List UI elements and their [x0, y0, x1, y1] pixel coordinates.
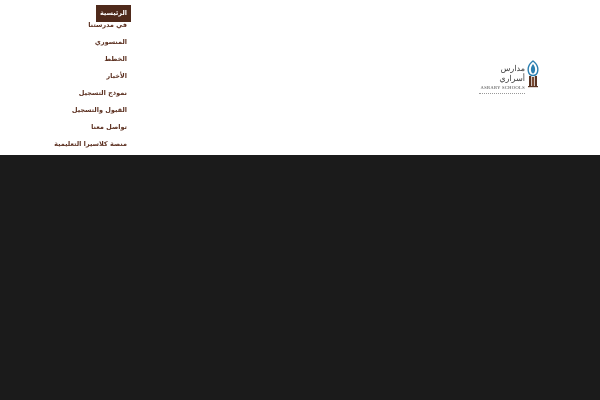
- nav-item-news[interactable]: الأخبار: [54, 68, 131, 85]
- nav-item-label: الخطط: [104, 55, 127, 63]
- nav-item-label: الأخبار: [106, 72, 127, 80]
- nav-item-news-wrap: الأخبار: [54, 68, 131, 85]
- nav-item-admission-wrap: القبول والتسجيل: [54, 102, 131, 119]
- main-navigation: الرئيسية في مدرستنا المنسوري الخطط الأخب…: [54, 0, 131, 153]
- nav-item-admission[interactable]: القبول والتسجيل: [54, 102, 131, 119]
- logo-english-name: ASRARY SCHOOLS: [480, 85, 525, 90]
- logo-text: مدارس أسراري ASRARY SCHOOLS: [475, 64, 525, 96]
- nav-item-home-wrap: الرئيسية: [54, 0, 131, 22]
- nav-item-our-school-wrap: في مدرستنا: [54, 17, 131, 34]
- nav-item-registration-form-wrap: نموذج التسجيل: [54, 85, 131, 102]
- site-header: الرئيسية في مدرستنا المنسوري الخطط الأخب…: [0, 0, 600, 155]
- nav-item-plans-wrap: الخطط: [54, 51, 131, 68]
- nav-item-plans[interactable]: الخطط: [54, 51, 131, 68]
- school-crest-icon: [527, 60, 539, 88]
- nav-item-our-school[interactable]: في مدرستنا: [54, 17, 131, 34]
- site-logo[interactable]: مدارس أسراري ASRARY SCHOOLS: [475, 60, 553, 94]
- nav-item-label: منصة كلاسيرا التعليمية: [54, 140, 127, 148]
- logo-arabic-name: مدارس أسراري: [499, 64, 525, 83]
- nav-item-contact-wrap: تواصل معنا: [54, 119, 131, 136]
- nav-item-contact[interactable]: تواصل معنا: [54, 119, 131, 136]
- hero-dark-band: [0, 155, 600, 400]
- nav-item-label: المنسوري: [94, 38, 127, 46]
- nav-item-classera-wrap: منصة كلاسيرا التعليمية: [54, 136, 131, 153]
- page: الرئيسية في مدرستنا المنسوري الخطط الأخب…: [0, 0, 600, 400]
- nav-item-label: في مدرستنا: [88, 21, 127, 29]
- nav-item-registration-form[interactable]: نموذج التسجيل: [54, 85, 131, 102]
- nav-item-label: نموذج التسجيل: [78, 89, 127, 97]
- nav-item-label: تواصل معنا: [91, 123, 127, 131]
- nav-item-montessori[interactable]: المنسوري: [54, 34, 131, 51]
- logo-divider: [479, 93, 525, 96]
- nav-item-montessori-wrap: المنسوري: [54, 34, 131, 51]
- nav-item-label: القبول والتسجيل: [71, 106, 127, 114]
- nav-item-classera[interactable]: منصة كلاسيرا التعليمية: [54, 136, 131, 153]
